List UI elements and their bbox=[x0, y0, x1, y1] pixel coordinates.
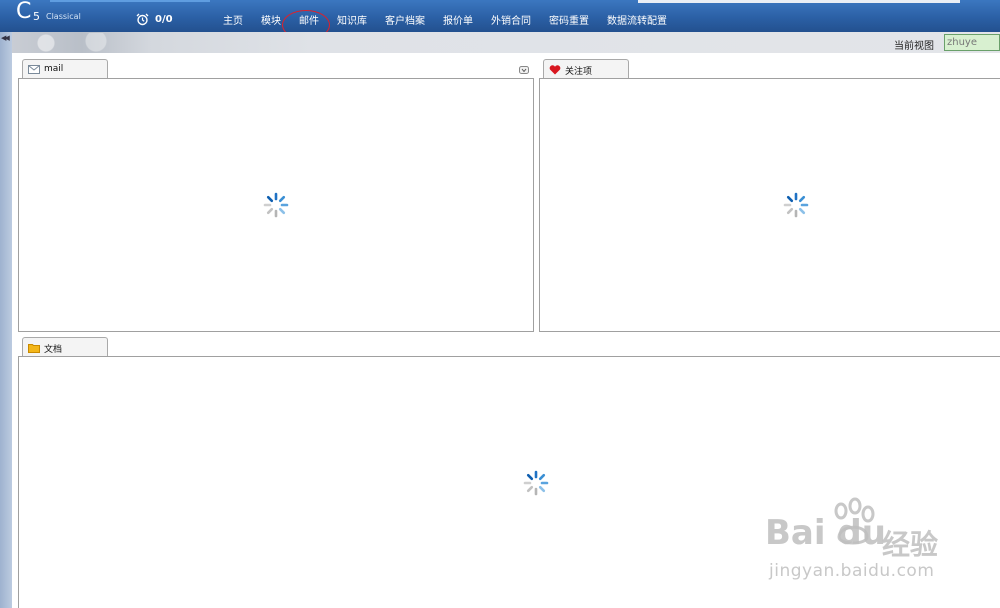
banner-strip bbox=[12, 32, 1000, 53]
watermark-url: jingyan.baidu.com bbox=[769, 561, 935, 581]
current-view-label: 当前视图 bbox=[894, 41, 934, 52]
nav-item-password-reset[interactable]: 密码重置 bbox=[540, 0, 598, 32]
nav-item-quotation[interactable]: 报价单 bbox=[434, 0, 482, 32]
left-collapse-rail[interactable] bbox=[0, 32, 12, 608]
loading-spinner-icon bbox=[783, 192, 809, 218]
app-window: C 5 Classical 0/0 主页 模块 邮件 知识库 客户档案 报价单 … bbox=[0, 0, 1000, 608]
top-nav-bar: C 5 Classical 0/0 主页 模块 邮件 知识库 客户档案 报价单 … bbox=[0, 0, 1000, 32]
tab-follow-label: 关注项 bbox=[565, 67, 593, 77]
nav-item-customer-records[interactable]: 客户档案 bbox=[376, 0, 434, 32]
alarm-clock-icon[interactable] bbox=[136, 13, 149, 26]
folder-icon bbox=[28, 344, 40, 353]
tab-mail[interactable]: mail bbox=[22, 59, 108, 79]
logo-subtitle: Classical bbox=[46, 12, 81, 21]
heart-icon bbox=[549, 65, 561, 75]
paw-icon bbox=[834, 497, 875, 545]
tab-docs[interactable]: 文档 bbox=[22, 337, 108, 357]
nav-bar-accent bbox=[50, 0, 210, 2]
top-search-strip bbox=[638, 0, 960, 3]
banner-decoration bbox=[16, 33, 156, 52]
logo-number: 5 bbox=[33, 10, 40, 23]
nav-item-home[interactable]: 主页 bbox=[214, 0, 252, 32]
portlet-menu-icon[interactable] bbox=[519, 66, 529, 74]
current-view-field[interactable]: zhuye bbox=[944, 34, 1000, 51]
follow-panel bbox=[539, 78, 1000, 332]
loading-spinner-icon bbox=[263, 192, 289, 218]
logo-letter: C bbox=[16, 0, 32, 24]
watermark-cn: 经验 bbox=[882, 528, 939, 561]
message-counter[interactable]: 0/0 bbox=[155, 14, 173, 25]
envelope-icon bbox=[28, 65, 40, 74]
tab-follow[interactable]: 关注项 bbox=[543, 59, 629, 79]
tab-docs-label: 文档 bbox=[44, 345, 63, 355]
tab-mail-label: mail bbox=[44, 64, 64, 74]
loading-spinner-icon bbox=[523, 470, 549, 496]
collapse-arrow-icon[interactable]: ◀◀ bbox=[1, 34, 10, 42]
nav-item-knowledge-base[interactable]: 知识库 bbox=[328, 0, 376, 32]
nav-item-data-flow-config[interactable]: 数据流转配置 bbox=[598, 0, 676, 32]
nav-item-export-contract[interactable]: 外销合同 bbox=[482, 0, 540, 32]
